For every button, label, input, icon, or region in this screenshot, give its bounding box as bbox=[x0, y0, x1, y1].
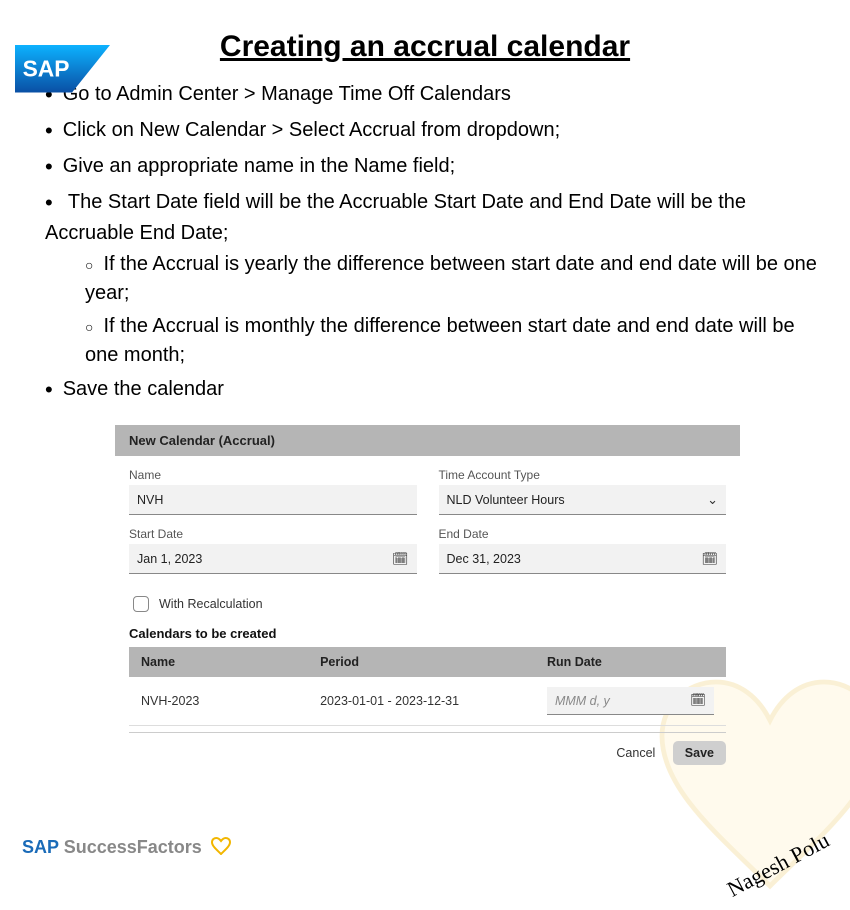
calendars-section-title: Calendars to be created bbox=[129, 626, 726, 641]
substep-item: If the Accrual is monthly the difference… bbox=[85, 312, 820, 370]
end-date-value: Dec 31, 2023 bbox=[447, 552, 521, 566]
name-label: Name bbox=[129, 468, 417, 482]
step-item: Save the calendar bbox=[45, 374, 820, 406]
form-screenshot: New Calendar (Accrual) Name NVH Time Acc… bbox=[115, 425, 740, 769]
type-label: Time Account Type bbox=[439, 468, 727, 482]
name-value: NVH bbox=[137, 493, 163, 507]
start-date-label: Start Date bbox=[129, 527, 417, 541]
footer-brand: SAP SuccessFactors bbox=[22, 837, 231, 860]
end-date-input[interactable]: Dec 31, 2023 🗓 bbox=[439, 544, 727, 574]
calendar-icon: 🗓 bbox=[392, 551, 409, 567]
sap-logo: SAP bbox=[15, 45, 110, 90]
calendars-table: Name Period Run Date NVH-2023 2023-01-01… bbox=[129, 647, 726, 726]
start-date-input[interactable]: Jan 1, 2023 🗓 bbox=[129, 544, 417, 574]
cancel-button[interactable]: Cancel bbox=[616, 746, 655, 760]
th-period: Period bbox=[308, 647, 535, 677]
row-name: NVH-2023 bbox=[129, 677, 308, 726]
run-date-input[interactable]: MMM d, y 🗓 bbox=[547, 687, 714, 715]
step-item: Go to Admin Center > Manage Time Off Cal… bbox=[45, 79, 820, 111]
chevron-down-icon: ⌄ bbox=[707, 492, 718, 508]
calendar-icon: 🗓 bbox=[690, 693, 706, 708]
start-date-value: Jan 1, 2023 bbox=[137, 552, 202, 566]
heart-icon bbox=[211, 837, 231, 860]
substep-item: If the Accrual is yearly the difference … bbox=[85, 250, 820, 308]
step-item: The Start Date field will be the Accruab… bbox=[45, 187, 820, 370]
recalculation-label: With Recalculation bbox=[159, 597, 263, 611]
calendar-icon: 🗓 bbox=[701, 551, 718, 567]
th-rundate: Run Date bbox=[535, 647, 726, 677]
time-account-type-select[interactable]: NLD Volunteer Hours ⌄ bbox=[439, 485, 727, 515]
step-text: The Start Date field will be the Accruab… bbox=[45, 191, 746, 244]
instructions: Go to Admin Center > Manage Time Off Cal… bbox=[0, 79, 850, 405]
svg-text:SAP: SAP bbox=[23, 55, 70, 81]
step-item: Give an appropriate name in the Name fie… bbox=[45, 151, 820, 183]
page-title: Creating an accrual calendar bbox=[0, 30, 850, 64]
save-button[interactable]: Save bbox=[673, 741, 726, 765]
recalculation-checkbox[interactable] bbox=[133, 596, 149, 612]
th-name: Name bbox=[129, 647, 308, 677]
name-input[interactable]: NVH bbox=[129, 485, 417, 515]
table-row: NVH-2023 2023-01-01 - 2023-12-31 MMM d, … bbox=[129, 677, 726, 726]
run-date-placeholder: MMM d, y bbox=[555, 694, 610, 708]
brand-sap: SAP bbox=[22, 837, 64, 857]
panel-header: New Calendar (Accrual) bbox=[115, 425, 740, 456]
step-item: Click on New Calendar > Select Accrual f… bbox=[45, 115, 820, 147]
type-value: NLD Volunteer Hours bbox=[447, 493, 565, 507]
row-period: 2023-01-01 - 2023-12-31 bbox=[308, 677, 535, 726]
end-date-label: End Date bbox=[439, 527, 727, 541]
brand-sf: SuccessFactors bbox=[64, 837, 202, 857]
